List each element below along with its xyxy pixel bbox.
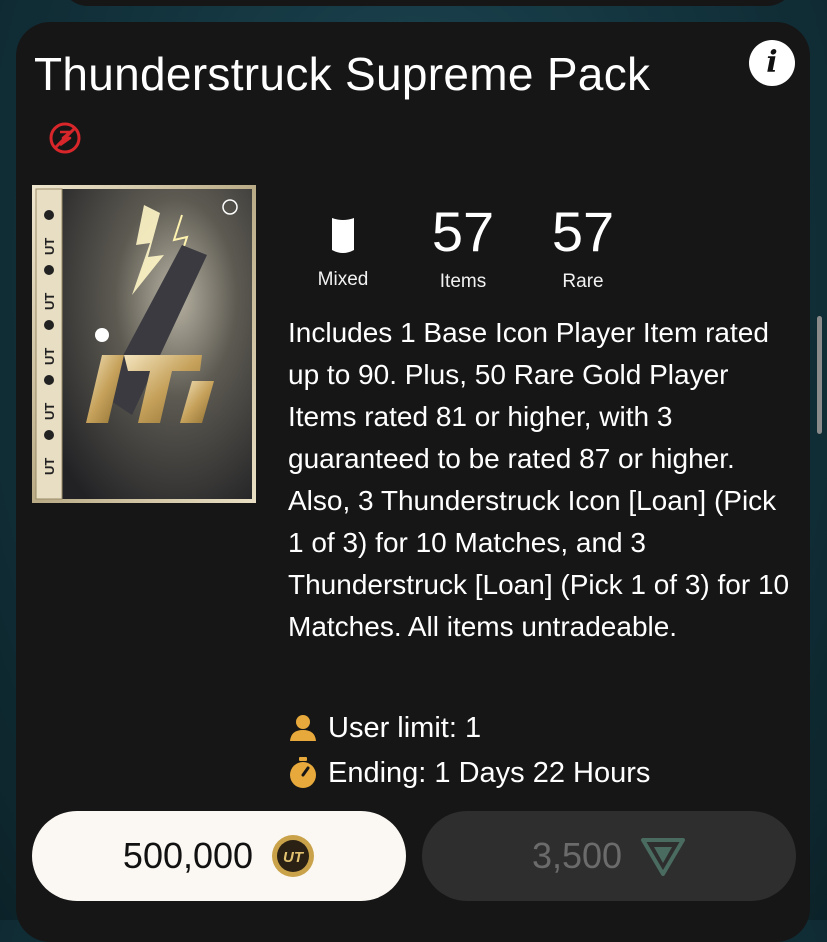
pack-stats: Mixed 57 Items 57 Rare — [16, 200, 810, 300]
ending-text: Ending: 1 Days 22 Hours — [328, 757, 651, 789]
user-limit-text: User limit: 1 — [328, 712, 482, 744]
ending-row: Ending: 1 Days 22 Hours — [288, 753, 650, 793]
scrollbar[interactable] — [817, 316, 822, 434]
stat-rare-value: 57 — [551, 200, 615, 263]
stat-items-value: 57 — [431, 200, 495, 263]
stat-kit: Mixed — [288, 200, 398, 292]
pack-title: Thunderstruck Supreme Pack — [34, 42, 674, 170]
stat-rare: 57 Rare — [528, 200, 638, 294]
stat-kit-label: Mixed — [317, 269, 369, 290]
stat-items-label: Items — [439, 271, 487, 292]
info-icon[interactable]: i — [749, 40, 795, 86]
user-limit-row: User limit: 1 — [288, 708, 481, 748]
no-trade-icon — [49, 122, 81, 154]
points-price: 3,500 — [531, 835, 623, 876]
strip-lettering: UT — [42, 348, 57, 365]
fc-points-icon — [641, 838, 686, 876]
stat-items: 57 Items — [408, 200, 518, 294]
coin-icon: UT — [272, 835, 315, 877]
pack-title-text: Thunderstruck Supreme Pack — [34, 48, 651, 100]
strip-lettering: UT — [42, 458, 57, 475]
stopwatch-icon — [290, 757, 316, 788]
buy-with-coins-button[interactable]: 500,000 UT — [32, 811, 406, 901]
pack-description: Includes 1 Base Icon Player Item rated u… — [288, 317, 790, 642]
coin-lettering: UT — [283, 849, 305, 866]
buy-with-points-button[interactable]: 3,500 — [422, 811, 796, 901]
user-icon — [290, 715, 316, 741]
stat-rare-label: Rare — [562, 271, 604, 292]
strip-lettering: UT — [42, 403, 57, 420]
shield-icon — [332, 218, 354, 253]
previous-card-edge — [60, 0, 795, 6]
pack-card: Thunderstruck Supreme Pack i UT UT UT UT… — [16, 22, 810, 942]
coin-price: 500,000 — [122, 835, 254, 876]
